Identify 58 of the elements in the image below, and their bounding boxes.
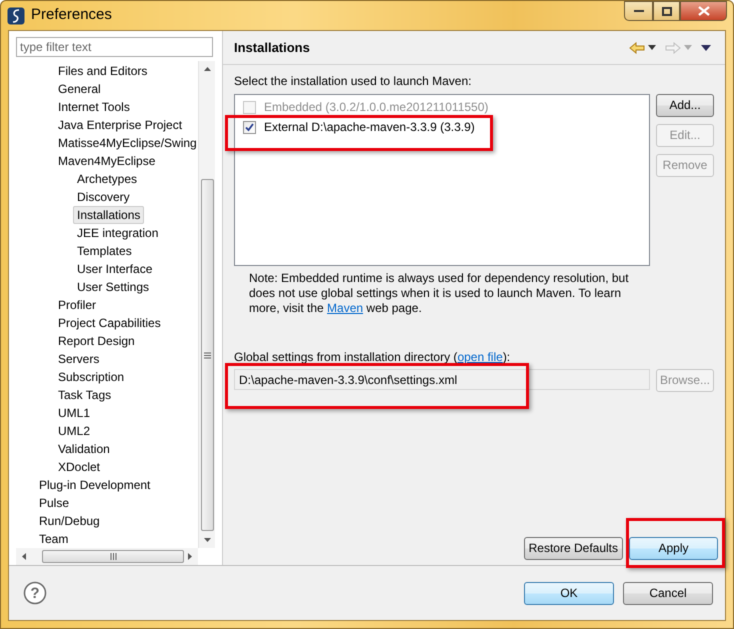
tree-item[interactable]: Validation <box>54 440 114 458</box>
tree-item[interactable]: User Settings <box>73 278 154 296</box>
tree-item[interactable]: JEE integration <box>73 224 162 242</box>
page-title: Installations <box>234 38 310 57</box>
tree-item[interactable]: Internet Tools <box>54 98 134 116</box>
tree-item[interactable]: Run/Debug <box>35 512 104 530</box>
close-button[interactable] <box>680 1 727 21</box>
window-title: Preferences <box>31 5 112 26</box>
tree-item[interactable]: Servers <box>54 350 104 368</box>
tree-item[interactable]: Task Tags <box>54 386 116 404</box>
installations-label: Select the installation used to launch Maven: <box>234 73 472 90</box>
tree-item[interactable]: XDoclet <box>54 458 104 476</box>
tree-item[interactable]: UML1 <box>54 404 94 422</box>
minimize-icon <box>634 9 644 13</box>
tree-item[interactable]: Report Design <box>54 332 139 350</box>
view-menu-icon[interactable] <box>701 44 711 50</box>
tree-item[interactable]: Java Enterprise Project <box>54 116 186 134</box>
tree-item[interactable]: General <box>54 80 105 98</box>
tree-item[interactable]: Project Capabilities <box>54 314 165 332</box>
installation-name: External D:\apache-maven-3.3.9 (3.3.9) <box>264 119 475 136</box>
tree-item[interactable]: Templates <box>73 242 136 260</box>
vertical-scrollbar[interactable] <box>198 61 215 548</box>
tree-item[interactable]: Profiler <box>54 296 100 314</box>
maximize-icon <box>662 6 672 16</box>
app-icon <box>7 6 25 24</box>
tree-item[interactable]: Matisse4MyEclipse/Swing <box>54 134 198 152</box>
tree-item[interactable]: UML2 <box>54 422 94 440</box>
tree-item[interactable]: User Interface <box>73 260 156 278</box>
tree-item[interactable]: Files and Editors <box>54 62 152 80</box>
apply-button[interactable]: Apply <box>629 537 718 560</box>
help-icon[interactable]: ? <box>23 581 47 605</box>
maximize-button[interactable] <box>653 1 680 21</box>
settings-path-field[interactable]: D:\apache-maven-3.3.9\conf\settings.xml <box>234 369 650 390</box>
restore-defaults-button[interactable]: Restore Defaults <box>524 537 623 560</box>
cancel-button[interactable]: Cancel <box>623 582 713 604</box>
open-file-link[interactable]: open file <box>457 350 503 364</box>
installation-name: Embedded (3.0.2/1.0.0.me201211011550) <box>264 99 488 116</box>
tree-item[interactable]: Maven4MyEclipse <box>54 152 160 170</box>
add-button[interactable]: Add... <box>656 94 714 117</box>
maven-link[interactable]: Maven <box>327 301 364 315</box>
filter-field[interactable]: type filter text <box>16 37 213 57</box>
grip-icon <box>110 553 116 560</box>
tree-item[interactable]: Subscription <box>54 368 128 386</box>
checkbox[interactable] <box>243 120 256 134</box>
dropdown-caret-icon[interactable] <box>648 45 656 50</box>
global-settings-label: Global settings from installation directory (open file): <box>234 349 512 366</box>
minimize-button[interactable] <box>624 1 653 21</box>
tree-item[interactable]: Archetypes <box>73 170 142 188</box>
tree-item[interactable]: Discovery <box>73 188 134 206</box>
ok-button[interactable]: OK <box>524 582 614 604</box>
grip-icon <box>204 352 210 358</box>
tree-item[interactable]: Pulse <box>35 494 74 512</box>
tree-item[interactable]: Installations <box>73 206 144 224</box>
horizontal-scrollbar[interactable] <box>16 548 198 565</box>
note-text: Note: Embedded runtime is always used for dependency resolution, but does not use global settings when it is used to launch Maven. To learn more, visit the Maven web page. <box>249 271 630 316</box>
tree-item[interactable]: Plug-in Development <box>35 476 154 494</box>
close-icon <box>698 6 710 16</box>
tree-item[interactable]: Team <box>35 530 72 548</box>
